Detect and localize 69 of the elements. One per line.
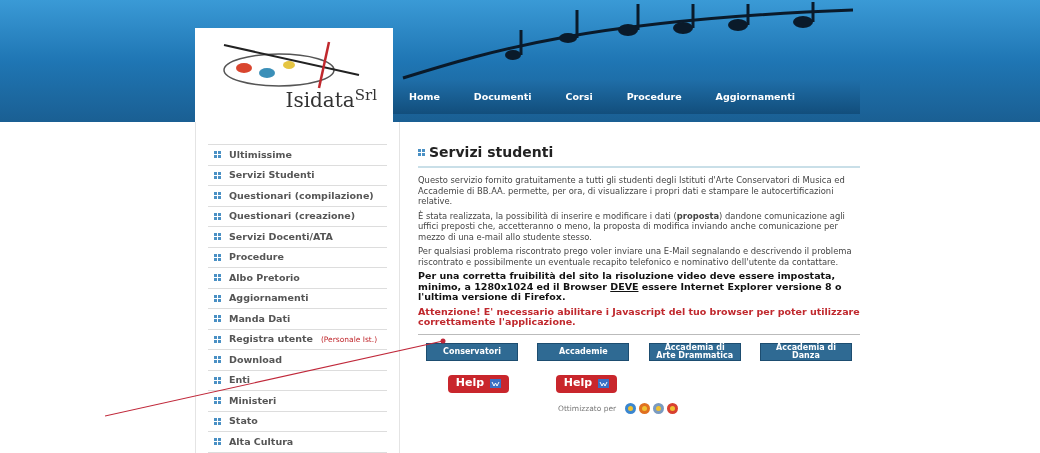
paragraph: Attenzione! E' necessario abilitare i Javascript del tuo browser per poter utilizzare correttamente l'applicazione. — [418, 306, 860, 328]
sidebar-label: Alta Cultura — [229, 434, 294, 449]
bullet-icon — [214, 376, 221, 384]
help-button[interactable]: Help — [448, 374, 509, 393]
sidebar-item[interactable]: Servizi Studenti — [208, 165, 387, 186]
bullet-icon — [214, 212, 221, 220]
sidebar-label: Servizi Docenti/ATA — [229, 229, 333, 244]
bullet-icon — [214, 417, 221, 425]
sidebar-label: Albo Pretorio — [229, 270, 300, 285]
browser-icon — [639, 402, 651, 414]
sidebar-item[interactable]: Questionari (creazione) — [208, 206, 387, 227]
bullet-icon — [214, 335, 221, 343]
window-icon — [598, 379, 610, 388]
nav-link[interactable]: Corsi — [565, 89, 593, 105]
nav-link[interactable]: Home — [409, 89, 440, 105]
bullet-icon — [214, 253, 221, 261]
paragraph: È stata realizzata, la possibilità di inserire e modificare i dati (proposta) dandone comunicazione agli uffici preposti che, accetteranno o meno, la proposta di modifica inviando anche comunicazione per mezzo di una e-mail allo studente stesso. — [418, 210, 846, 242]
sidebar-label: Stato — [229, 414, 258, 429]
institution-button[interactable]: Accademia di Danza — [760, 342, 852, 361]
sidebar-item[interactable]: Servizi Docenti/ATA — [208, 227, 387, 248]
bullet-icon — [214, 274, 221, 282]
sidebar-item[interactable]: Alta Cultura — [208, 432, 387, 453]
logo-text: Isidata$^{Srl}$ — [285, 90, 377, 110]
bullet-icon — [214, 192, 221, 200]
bullet-icon — [214, 151, 221, 159]
bullet-icon — [214, 356, 221, 364]
sidebar-label: Manda Dati — [229, 311, 291, 326]
paragraph: Questo servizio fornito gratuitamente a tutti gli studenti degli Istituti d'Arte Conservatori di Musica ed Accademie di BB.AA. permette, per ora, di visualizzare i propri dati e stampare le autocertificazioni relative. — [418, 175, 846, 207]
bullet-icon — [214, 397, 221, 405]
sidebar-label: Questionari (compilazione) — [229, 188, 374, 203]
sidebar-label: Questionari (creazione) — [229, 209, 356, 224]
sidebar-label: Ultimissime — [229, 147, 292, 162]
sidebar-item[interactable]: Download — [208, 350, 387, 371]
bullet-icon — [214, 315, 221, 323]
sidebar-label: Registra utente — [229, 332, 313, 347]
bullet-icon — [214, 438, 221, 446]
institution-button[interactable]: Accademie — [537, 342, 630, 361]
sidebar-item[interactable]: Enti — [208, 370, 387, 391]
sidebar-item[interactable]: Questionari (compilazione) — [208, 186, 387, 207]
bullet-icon — [214, 233, 221, 241]
nav-link[interactable]: Aggiornamenti — [715, 89, 796, 105]
bullet-icon — [214, 294, 221, 302]
sidebar-label: Aggiornamenti — [229, 291, 309, 306]
sidebar-item[interactable]: Albo Pretorio — [208, 268, 387, 289]
browser-icon — [625, 402, 637, 414]
sidebar-label: Ministeri — [229, 393, 277, 408]
browser-icon — [653, 402, 665, 414]
nav-link[interactable]: Documenti — [473, 89, 532, 105]
browser-icon — [667, 402, 679, 414]
sidebar-item[interactable]: Stato — [208, 411, 387, 432]
section-title: Servizi studenti — [429, 143, 554, 162]
sidebar-item[interactable]: Aggiornamenti — [208, 288, 387, 309]
sidebar-item[interactable]: Ultimissime — [208, 145, 387, 166]
sidebar-item[interactable]: Procedure — [208, 247, 387, 268]
sidebar-label: Enti — [229, 373, 251, 388]
institution-button[interactable]: Conservatori — [426, 342, 518, 361]
sidebar-label: Servizi Studenti — [229, 168, 315, 183]
help-button[interactable]: Help — [556, 374, 617, 393]
sidebar-label: Procedure — [229, 250, 284, 265]
sidebar-item[interactable]: Manda Dati — [208, 309, 387, 330]
sidebar-label: Download — [229, 352, 282, 367]
sidebar-item[interactable]: Ministeri — [208, 391, 387, 412]
paragraph: Per una corretta fruibilità del sito la risoluzione video deve essere impostata, minimo, a 1280x1024 ed il Browser DEVE essere Internet Explorer versione 8 o l'ultima versione di Firefox. — [418, 271, 843, 303]
bullet-icon — [214, 171, 221, 179]
bullet-icon — [418, 149, 425, 156]
window-icon — [490, 379, 502, 388]
nav-link[interactable]: Procedure — [626, 89, 682, 105]
institution-button[interactable]: Accademia di Arte Drammatica — [648, 342, 741, 361]
paragraph: Per qualsiasi problema riscontrato prego voler inviare una E-Mail segnalando e descrivendo il problema riscontrato e possibilmente un eventuale recapito telefonico e nominativo dell'utente da contattare. — [418, 246, 853, 267]
